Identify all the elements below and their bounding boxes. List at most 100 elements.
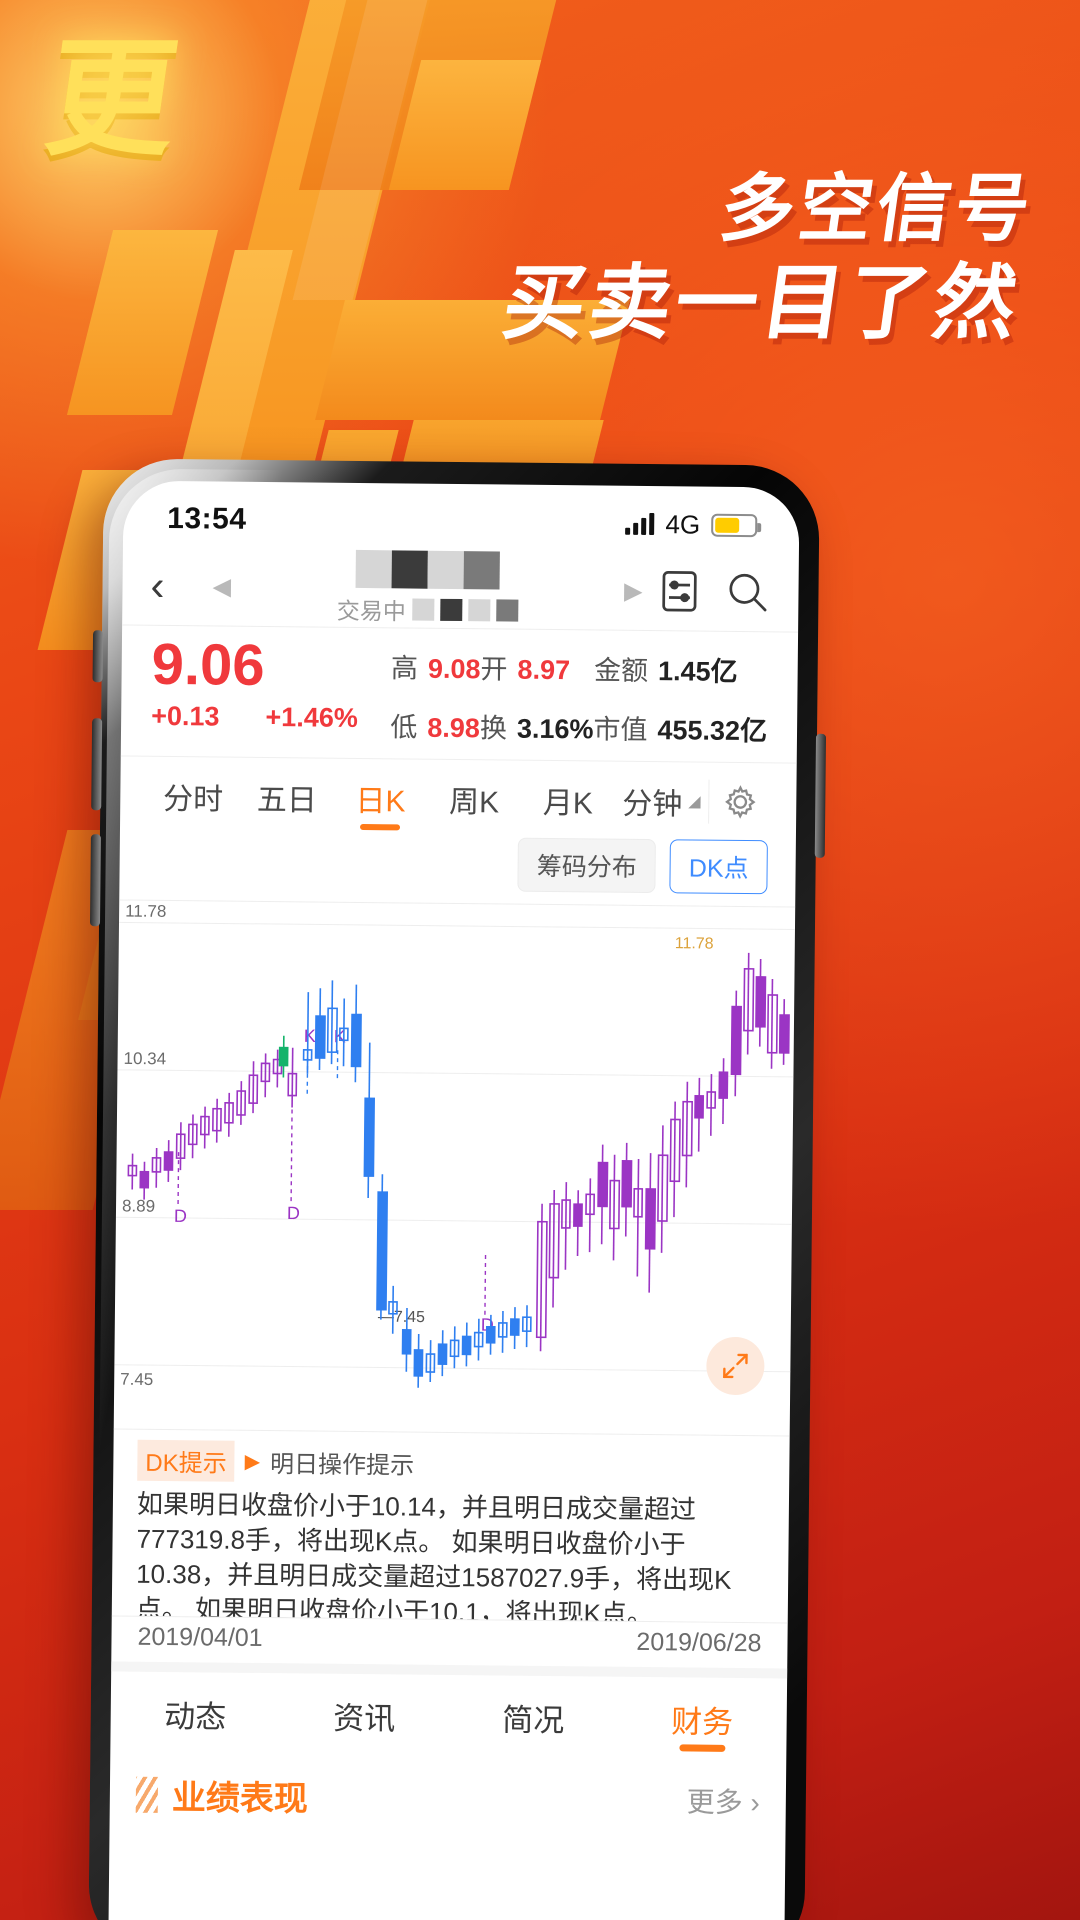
tab-day-k[interactable]: 日K: [333, 759, 427, 837]
quote-column-amount-mktcap: 金额 1.45亿 市值 455.32亿: [593, 638, 768, 748]
next-stock-button[interactable]: ▶: [618, 576, 649, 605]
quote-amount-label: 金额: [593, 655, 649, 687]
phone-volume-up-button: [91, 718, 103, 811]
expand-arrows-icon[interactable]: [706, 1336, 765, 1396]
chevron-right-icon: ›: [750, 1786, 760, 1818]
quote-mktcap-value: 455.32亿: [657, 715, 768, 747]
more-link[interactable]: 更多 ›: [687, 1780, 761, 1821]
tab-week-k[interactable]: 周K: [427, 760, 521, 838]
stock-title[interactable]: 交易中: [237, 549, 619, 629]
phone-volume-down-button: [89, 834, 101, 927]
tab-label: 月K: [542, 786, 593, 820]
nav-action-icons: [656, 568, 770, 615]
network-type-label: 4G: [665, 508, 701, 540]
last-price: 9.06: [151, 631, 265, 698]
dk-tip-body: 如果明日收盘价小于10.14，并且明日成交量超过777319.8手，将出现K点。…: [135, 1488, 732, 1623]
tab-label: 周K: [448, 785, 500, 819]
quote-turnover-label: 换: [479, 713, 508, 744]
hero-headline-line-1: 多空信号: [715, 166, 1040, 252]
phone-mockup: 13:54 4G ‹ ◀ 交易中 ▶ 9.06 +0.13 +1.46% 高 9…: [88, 458, 827, 1920]
signal-bars-icon: [625, 513, 655, 536]
sliders-icon[interactable]: [656, 568, 702, 614]
quote-high-label: 高: [390, 653, 419, 684]
search-icon[interactable]: [724, 569, 770, 615]
chip-dk-point[interactable]: DK点: [669, 839, 768, 895]
phone-power-button: [814, 733, 827, 858]
quote-turnover: 换 3.16%: [480, 706, 594, 746]
quote-open-label: 开: [480, 654, 508, 685]
quote-column-open-turnover: 开 8.97 换 3.16%: [480, 637, 595, 746]
status-bar: 13:54 4G: [123, 481, 800, 554]
tab-label: 分钟: [622, 787, 683, 821]
svg-text:11.78: 11.78: [125, 902, 166, 921]
content-tabs: 动态 资讯 简况 财务: [110, 1661, 788, 1761]
quote-high-value: 9.08: [427, 653, 481, 685]
chart-date-range: 2019/04/01 2019/06/28: [111, 1615, 788, 1669]
tab-zixun[interactable]: 资讯: [279, 1673, 449, 1757]
chart-period-tabs: 分时 五日 日K 周K 月K 分钟 ◢: [119, 755, 797, 841]
dk-tip-panel[interactable]: DK提示 ▶ 明日操作提示 如果明日收盘价小于10.14，并且明日成交量超过77…: [112, 1429, 790, 1623]
battery-icon: [711, 513, 758, 537]
quote-low: 低 8.98: [390, 705, 480, 745]
chip-chip-distribution[interactable]: 筹码分布: [517, 837, 657, 894]
back-button[interactable]: ‹: [150, 562, 206, 609]
tab-label: 财务: [670, 1703, 734, 1740]
chart-svg: 11.78 10.34 8.89 7.45 11.78 —7.45 K K D …: [114, 902, 795, 1389]
section-stripe-icon: [135, 1776, 159, 1813]
svg-text:—7.45: —7.45: [378, 1309, 425, 1326]
tab-caiwu[interactable]: 财务: [617, 1677, 787, 1761]
candlestick-chart[interactable]: 11.78 10.34 8.89 7.45 11.78 —7.45 K K D …: [113, 899, 796, 1437]
tab-wuri[interactable]: 五日: [240, 758, 334, 836]
tab-dongtai[interactable]: 动态: [110, 1671, 280, 1755]
svg-text:K: K: [304, 1026, 316, 1046]
prev-stock-button[interactable]: ◀: [206, 572, 237, 601]
tab-label: 动态: [164, 1698, 227, 1735]
tab-label: 分时: [162, 782, 224, 817]
quote-mktcap: 市值 455.32亿: [593, 707, 767, 748]
phone-side-button: [92, 630, 104, 683]
stock-name-redacted: [355, 549, 500, 590]
quote-panel: 9.06 +0.13 +1.46% 高 9.08 低 8.98 开 8.97 换…: [120, 624, 799, 763]
tab-label: 资讯: [333, 1700, 396, 1736]
tab-jiankuang[interactable]: 简况: [448, 1675, 618, 1759]
svg-text:10.34: 10.34: [123, 1049, 166, 1068]
quote-amount: 金额 1.45亿: [594, 648, 768, 689]
tab-month-k[interactable]: 月K: [521, 761, 615, 839]
tab-label: 简况: [502, 1702, 565, 1738]
svg-text:D: D: [287, 1203, 300, 1223]
quote-high: 高 9.08: [391, 646, 481, 686]
app-nav-bar: ‹ ◀ 交易中 ▶: [122, 546, 799, 631]
dk-tip-badge: DK提示: [137, 1439, 235, 1482]
chevron-down-icon: ◢: [688, 792, 701, 811]
gear-icon[interactable]: [708, 779, 771, 824]
chart-end-date: 2019/06/28: [636, 1627, 762, 1658]
quote-main: 9.06 +0.13 +1.46%: [151, 631, 391, 735]
tab-fenshi[interactable]: 分时: [146, 757, 240, 835]
tab-label: 日K: [355, 784, 406, 818]
phone-screen: 13:54 4G ‹ ◀ 交易中 ▶ 9.06 +0.13 +1.46% 高 9…: [108, 480, 800, 1920]
quote-open-value: 8.97: [517, 654, 571, 686]
price-change: +0.13: [151, 701, 220, 732]
status-bar-time: 13:54: [167, 501, 247, 536]
svg-text:D: D: [174, 1206, 187, 1226]
hero-headline-line-2: 买卖一目了然: [497, 255, 1027, 351]
status-bar-indicators: 4G: [625, 508, 758, 540]
svg-text:8.89: 8.89: [122, 1196, 155, 1215]
quote-turnover-value: 3.16%: [516, 713, 594, 745]
quote-column-high-low: 高 9.08 低 8.98: [390, 636, 481, 745]
quote-mktcap-label: 市值: [593, 714, 648, 745]
hero-shape: [66, 230, 219, 415]
svg-text:7.45: 7.45: [120, 1370, 153, 1389]
quote-open: 开 8.97: [480, 647, 594, 687]
quote-low-value: 8.98: [427, 712, 481, 744]
tab-label: 五日: [256, 783, 317, 818]
tab-minute[interactable]: 分钟 ◢: [614, 762, 708, 840]
chart-overlay-chips: 筹码分布 DK点: [119, 833, 796, 906]
quote-low-label: 低: [390, 712, 418, 743]
chart-start-date: 2019/04/01: [137, 1622, 263, 1653]
section-title: 业绩表现: [171, 1779, 309, 1819]
svg-text:11.78: 11.78: [675, 935, 714, 952]
hero-gold-word: 更: [37, 25, 187, 174]
market-status-label: 交易中: [336, 597, 406, 625]
dk-tip-header: DK提示 ▶ 明日操作提示: [137, 1439, 765, 1488]
